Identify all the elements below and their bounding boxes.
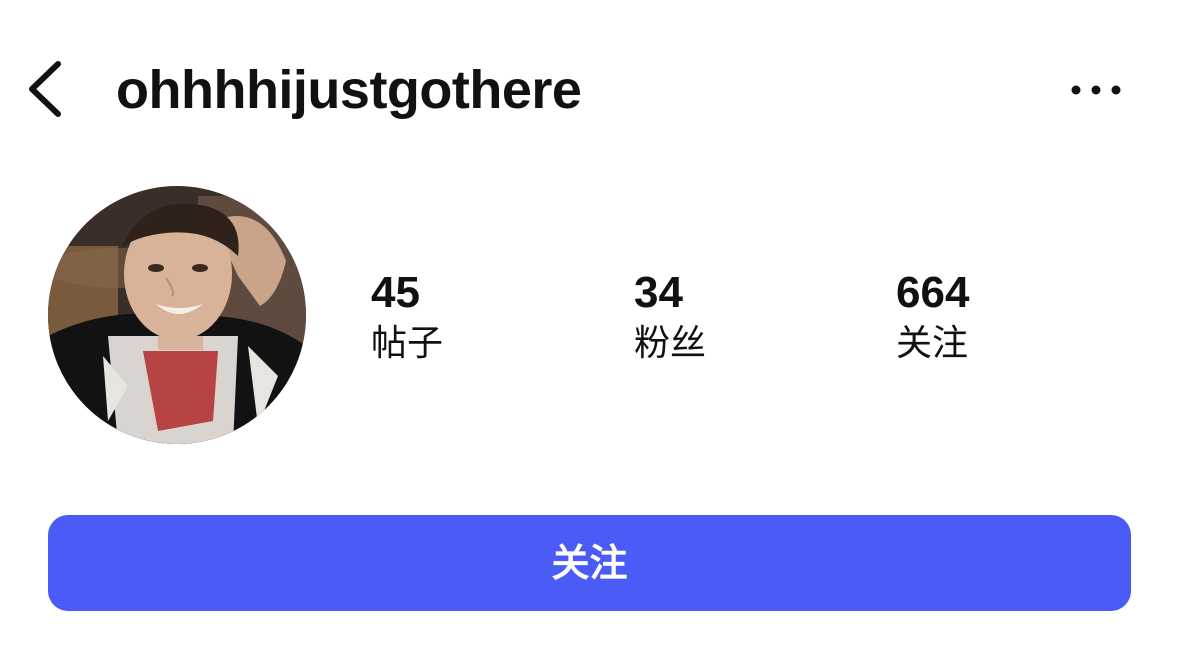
followers-label: 粉丝 <box>634 323 707 364</box>
profile-username: ohhhhijustgothere <box>116 60 582 120</box>
posts-count: 45 <box>371 268 420 317</box>
profile-page: ohhhhijustgothere 45 帖子 34 粉丝 664 关注 关注 <box>0 0 1179 668</box>
following-label: 关注 <box>896 323 969 364</box>
stat-followers[interactable]: 34 粉丝 <box>634 268 706 366</box>
more-options-button[interactable] <box>1064 70 1128 110</box>
profile-photo <box>48 186 306 444</box>
more-horizontal-icon <box>1071 85 1121 95</box>
stat-posts[interactable]: 45 帖子 <box>371 268 443 366</box>
avatar[interactable] <box>48 186 306 444</box>
back-button[interactable] <box>22 58 70 120</box>
chevron-left-icon <box>29 61 61 117</box>
followers-count: 34 <box>634 268 683 317</box>
stat-following[interactable]: 664 关注 <box>896 268 969 366</box>
following-count: 664 <box>896 268 970 317</box>
follow-button[interactable]: 关注 <box>48 515 1131 611</box>
posts-label: 帖子 <box>371 323 444 364</box>
